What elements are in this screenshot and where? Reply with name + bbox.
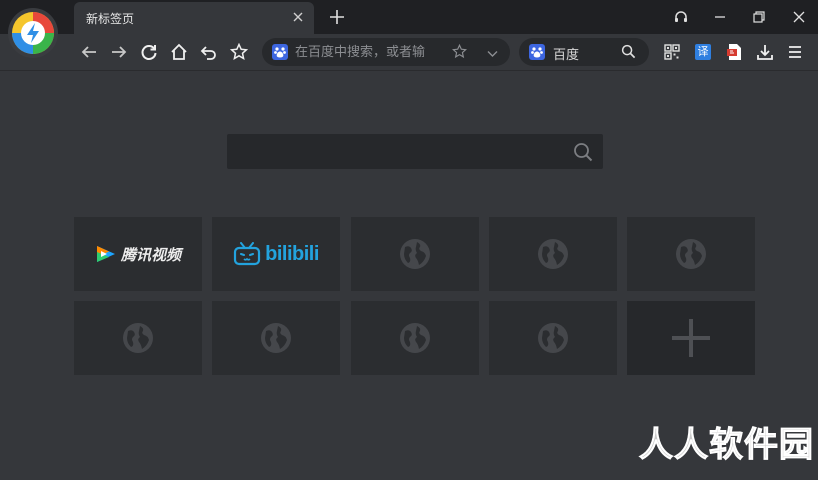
tab-close-icon[interactable] (290, 9, 306, 25)
address-bar (262, 38, 510, 66)
plus-icon (672, 319, 710, 357)
globe-icon (400, 323, 430, 353)
toolbar: 百度 译 (0, 34, 818, 71)
browser-logo-icon[interactable] (8, 8, 58, 58)
menu-icon[interactable] (784, 41, 806, 63)
minimize-icon[interactable] (707, 5, 733, 29)
speed-dial-tile-empty[interactable] (627, 217, 755, 291)
bookmark-star-icon[interactable] (228, 41, 250, 63)
speed-dial-tile-empty[interactable] (351, 301, 479, 375)
speed-dial-tile-empty[interactable] (212, 301, 340, 375)
tile-label: bilibili (265, 242, 319, 265)
globe-icon (676, 239, 706, 269)
undo-icon[interactable] (198, 41, 220, 63)
headset-icon[interactable] (668, 5, 694, 29)
address-star-icon[interactable] (451, 43, 468, 63)
globe-icon (538, 239, 568, 269)
speed-dial-tile-empty[interactable] (351, 217, 479, 291)
title-bar: 新标签页 (0, 0, 818, 34)
home-icon[interactable] (168, 41, 190, 63)
tencent-video-icon (96, 246, 115, 262)
qr-code-icon[interactable] (661, 41, 683, 63)
main-search-input[interactable] (239, 142, 559, 162)
speed-dial-tile-bilibili[interactable]: bilibili (212, 217, 340, 291)
back-arrow-icon[interactable] (78, 41, 100, 63)
speed-dial-tile-empty[interactable] (489, 301, 617, 375)
tab-title: 新标签页 (86, 12, 135, 26)
bilibili-icon (234, 242, 261, 266)
search-engine-label: 百度 (553, 48, 580, 63)
search-engine-box[interactable]: 百度 (519, 38, 649, 66)
speed-dial-tile-empty[interactable] (74, 301, 202, 375)
search-icon[interactable] (573, 142, 593, 166)
add-speed-dial-button[interactable] (627, 301, 755, 375)
pdf-icon[interactable] (724, 41, 746, 63)
refresh-icon[interactable] (138, 41, 160, 63)
chevron-down-icon[interactable] (486, 45, 499, 64)
translate-label: 译 (695, 44, 711, 60)
tab-new-tab[interactable]: 新标签页 (74, 2, 314, 34)
tile-label: 腾讯视频 (120, 246, 181, 264)
close-window-icon[interactable] (786, 5, 812, 29)
globe-icon (538, 323, 568, 353)
globe-icon (123, 323, 153, 353)
globe-icon (261, 323, 291, 353)
speed-dial-tile-tencent-video[interactable]: 腾讯视频 (74, 217, 202, 291)
restore-icon[interactable] (746, 5, 772, 29)
main-search-box (227, 134, 603, 169)
address-input[interactable] (295, 43, 437, 61)
speed-dial-tile-empty[interactable] (489, 217, 617, 291)
download-icon[interactable] (754, 41, 776, 63)
new-tab-plus-icon[interactable] (326, 6, 348, 28)
baidu-paw-icon (272, 44, 288, 64)
speed-dial-grid: 腾讯视频 bilibili (74, 217, 756, 375)
search-icon[interactable] (621, 44, 636, 63)
globe-icon (400, 239, 430, 269)
baidu-paw-icon (529, 44, 545, 64)
watermark-text: 人人软件园 (639, 425, 814, 466)
translate-icon[interactable]: 译 (692, 41, 714, 63)
forward-arrow-icon[interactable] (108, 41, 130, 63)
